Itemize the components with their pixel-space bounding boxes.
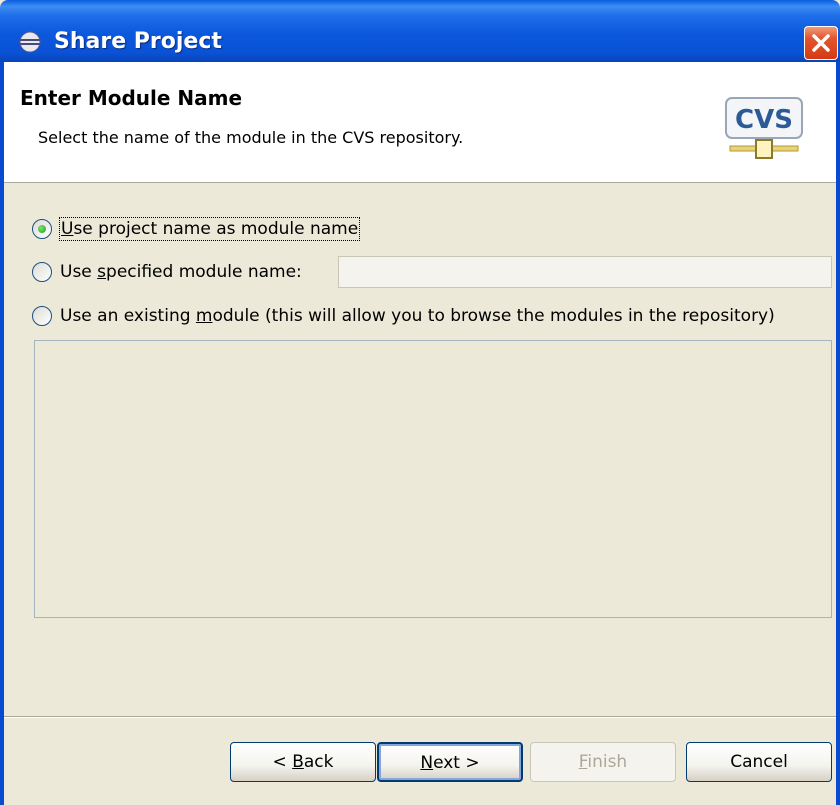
back-button[interactable]: < Back <box>230 742 376 782</box>
title-bar[interactable]: Share Project <box>0 0 840 62</box>
next-button[interactable]: Next > <box>377 742 523 782</box>
finish-button[interactable]: Finish <box>530 742 676 782</box>
cvs-logo-text: CVS <box>735 105 793 135</box>
option-use-existing-module[interactable]: Use an existing module (this will allow … <box>32 303 775 329</box>
option-use-project-name[interactable]: Use project name as module name <box>32 216 361 242</box>
option-use-specified-name[interactable]: Use specified module name: <box>32 259 302 285</box>
share-project-dialog: Share Project Enter Module Name Select t… <box>0 0 840 805</box>
use-project-name-label[interactable]: Use project name as module name <box>58 217 361 241</box>
module-name-input[interactable] <box>338 256 832 288</box>
window-frame-right <box>836 62 840 805</box>
window-title: Share Project <box>54 29 222 54</box>
eclipse-icon <box>19 31 41 53</box>
use-specified-name-radio[interactable] <box>32 262 52 282</box>
page-title: Enter Module Name <box>20 86 243 110</box>
close-icon <box>812 34 830 52</box>
button-bar-separator <box>4 716 836 718</box>
use-project-name-radio[interactable] <box>32 219 52 239</box>
wizard-header: Enter Module Name Select the name of the… <box>4 62 836 183</box>
use-existing-module-radio[interactable] <box>32 306 52 326</box>
cvs-logo-icon: CVS <box>725 97 803 159</box>
module-tree[interactable] <box>34 340 832 618</box>
close-button[interactable] <box>804 26 838 60</box>
page-description: Select the name of the module in the CVS… <box>38 128 464 147</box>
use-specified-name-label[interactable]: Use specified module name: <box>60 261 302 283</box>
use-existing-module-label[interactable]: Use an existing module (this will allow … <box>60 305 775 327</box>
cancel-button[interactable]: Cancel <box>686 742 832 782</box>
